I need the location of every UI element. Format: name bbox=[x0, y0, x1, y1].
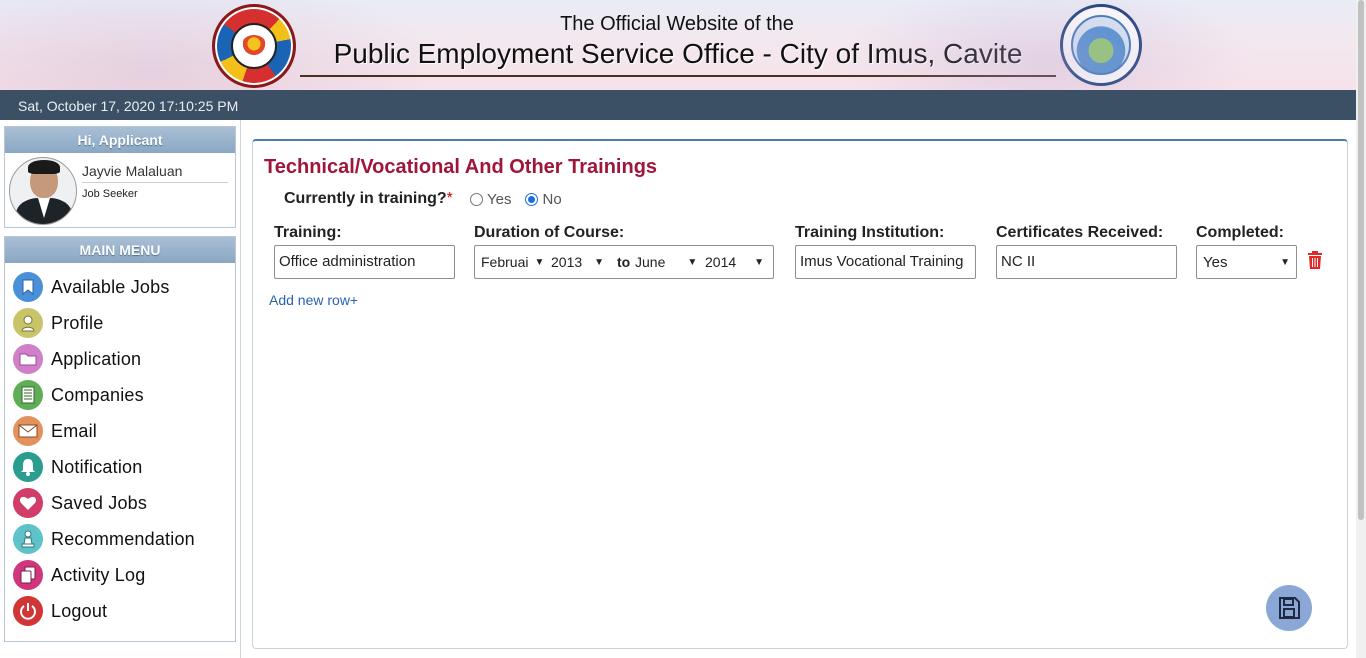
user-name: Jayvie Malaluan bbox=[82, 163, 183, 179]
heart-icon bbox=[13, 488, 43, 518]
duration-selects: Februai ▼ 2013 ▼ to June ▼ 2014 ▼ bbox=[474, 245, 774, 279]
radio-no[interactable] bbox=[525, 193, 539, 206]
from-year-select[interactable]: 2013 ▼ bbox=[551, 254, 604, 270]
chevron-down-icon: ▼ bbox=[594, 256, 605, 268]
menu-label: Saved Jobs bbox=[51, 492, 148, 513]
user-greeting: Hi, Applicant bbox=[5, 127, 235, 153]
menu-label: Logout bbox=[51, 600, 108, 621]
training-radio-group: Yes No bbox=[470, 191, 576, 208]
menu-label: Activity Log bbox=[51, 564, 146, 585]
avatar-hair bbox=[28, 160, 60, 174]
power-icon bbox=[13, 596, 43, 626]
current-datetime: Sat, October 17, 2020 17:10:25 PM bbox=[18, 98, 239, 114]
menu-label: Companies bbox=[51, 384, 144, 405]
user-divider bbox=[82, 182, 228, 183]
add-new-row-link[interactable]: Add new row+ bbox=[269, 292, 358, 308]
menu-item-saved-jobs[interactable]: Saved Jobs bbox=[5, 485, 235, 521]
to-month-value: June bbox=[635, 254, 666, 270]
envelope-icon bbox=[13, 416, 43, 446]
to-month-select[interactable]: June ▼ bbox=[635, 254, 697, 270]
institution-input[interactable]: Imus Vocational Training bbox=[795, 245, 976, 279]
avatar bbox=[9, 157, 77, 225]
certificates-input[interactable]: NC II bbox=[996, 245, 1177, 279]
duration-label: Duration of Course: bbox=[474, 224, 625, 241]
main-menu: MAIN MENU Available Jobs Profile Applica… bbox=[4, 236, 236, 642]
copy-icon bbox=[13, 560, 43, 590]
page-scrollbar[interactable] bbox=[1356, 0, 1366, 658]
user-panel: Hi, Applicant Jayvie Malaluan Job Seeker bbox=[4, 126, 236, 228]
floppy-disk-icon bbox=[1279, 597, 1300, 619]
sidebar: Hi, Applicant Jayvie Malaluan Job Seeker… bbox=[0, 120, 241, 658]
trainings-card: Technical/Vocational And Other Trainings… bbox=[252, 139, 1348, 649]
section-title: Technical/Vocational And Other Trainings bbox=[264, 156, 658, 178]
menu-label: Recommendation bbox=[51, 528, 195, 549]
menu-item-notification[interactable]: Notification bbox=[5, 449, 235, 485]
completed-label: Completed: bbox=[1196, 224, 1284, 241]
menu-item-profile[interactable]: Profile bbox=[5, 305, 235, 341]
trash-icon[interactable] bbox=[1307, 251, 1323, 269]
imus-city-seal bbox=[1060, 4, 1142, 86]
from-month-select[interactable]: Februai ▼ bbox=[481, 254, 544, 270]
to-year-select[interactable]: 2014 ▼ bbox=[705, 254, 764, 270]
menu-label: Notification bbox=[51, 456, 143, 477]
menu-list: Available Jobs Profile Application Compa… bbox=[5, 263, 235, 629]
folder-icon bbox=[13, 344, 43, 374]
menu-item-email[interactable]: Email bbox=[5, 413, 235, 449]
chevron-down-icon: ▼ bbox=[754, 256, 765, 268]
question-text: Currently in training? bbox=[284, 190, 447, 207]
date-bar: Sat, October 17, 2020 17:10:25 PM bbox=[0, 90, 1356, 120]
chevron-down-icon: ▼ bbox=[534, 256, 545, 268]
menu-label: Available Jobs bbox=[51, 276, 170, 297]
menu-item-activity-log[interactable]: Activity Log bbox=[5, 557, 235, 593]
menu-label: Application bbox=[51, 348, 142, 369]
to-label: to bbox=[617, 254, 631, 270]
completed-select[interactable]: Yes ▼ bbox=[1196, 245, 1297, 279]
chevron-down-icon: ▼ bbox=[687, 256, 698, 268]
training-input[interactable]: Office administration bbox=[274, 245, 455, 279]
required-mark: * bbox=[446, 190, 453, 207]
to-year-value: 2014 bbox=[705, 254, 737, 270]
user-icon bbox=[13, 308, 43, 338]
from-year-value: 2013 bbox=[551, 254, 583, 270]
radio-yes[interactable] bbox=[470, 193, 483, 206]
scrollbar-thumb[interactable] bbox=[1358, 0, 1364, 520]
menu-item-companies[interactable]: Companies bbox=[5, 377, 235, 413]
pawn-icon bbox=[13, 524, 43, 554]
institution-label: Training Institution: bbox=[795, 224, 945, 241]
save-button[interactable] bbox=[1266, 585, 1312, 631]
radio-yes-label: Yes bbox=[487, 191, 512, 208]
menu-item-available-jobs[interactable]: Available Jobs bbox=[5, 269, 235, 305]
menu-label: Profile bbox=[51, 312, 104, 333]
imus-seal-emblem bbox=[1071, 15, 1131, 75]
menu-item-application[interactable]: Application bbox=[5, 341, 235, 377]
header-divider bbox=[300, 75, 1056, 77]
chevron-down-icon: ▼ bbox=[1280, 256, 1290, 268]
completed-value: Yes bbox=[1203, 253, 1228, 271]
building-icon bbox=[13, 380, 43, 410]
currently-in-training-label: Currently in training?* bbox=[284, 190, 453, 208]
user-role: Job Seeker bbox=[82, 188, 138, 200]
radio-no-label: No bbox=[542, 191, 562, 208]
from-month-value: Februai bbox=[481, 254, 529, 270]
menu-item-recommendation[interactable]: Recommendation bbox=[5, 521, 235, 557]
menu-item-logout[interactable]: Logout bbox=[5, 593, 235, 629]
bookmark-icon bbox=[13, 272, 43, 302]
header-title: Public Employment Service Office - City … bbox=[333, 38, 1023, 69]
bell-icon bbox=[13, 452, 43, 482]
menu-label: Email bbox=[51, 420, 98, 441]
main-menu-title: MAIN MENU bbox=[5, 237, 235, 263]
training-label: Training: bbox=[274, 224, 342, 241]
header-subtitle: The Official Website of the bbox=[560, 13, 794, 35]
header-banner: The Official Website of the Public Emplo… bbox=[0, 0, 1356, 90]
certificates-label: Certificates Received: bbox=[996, 224, 1164, 241]
